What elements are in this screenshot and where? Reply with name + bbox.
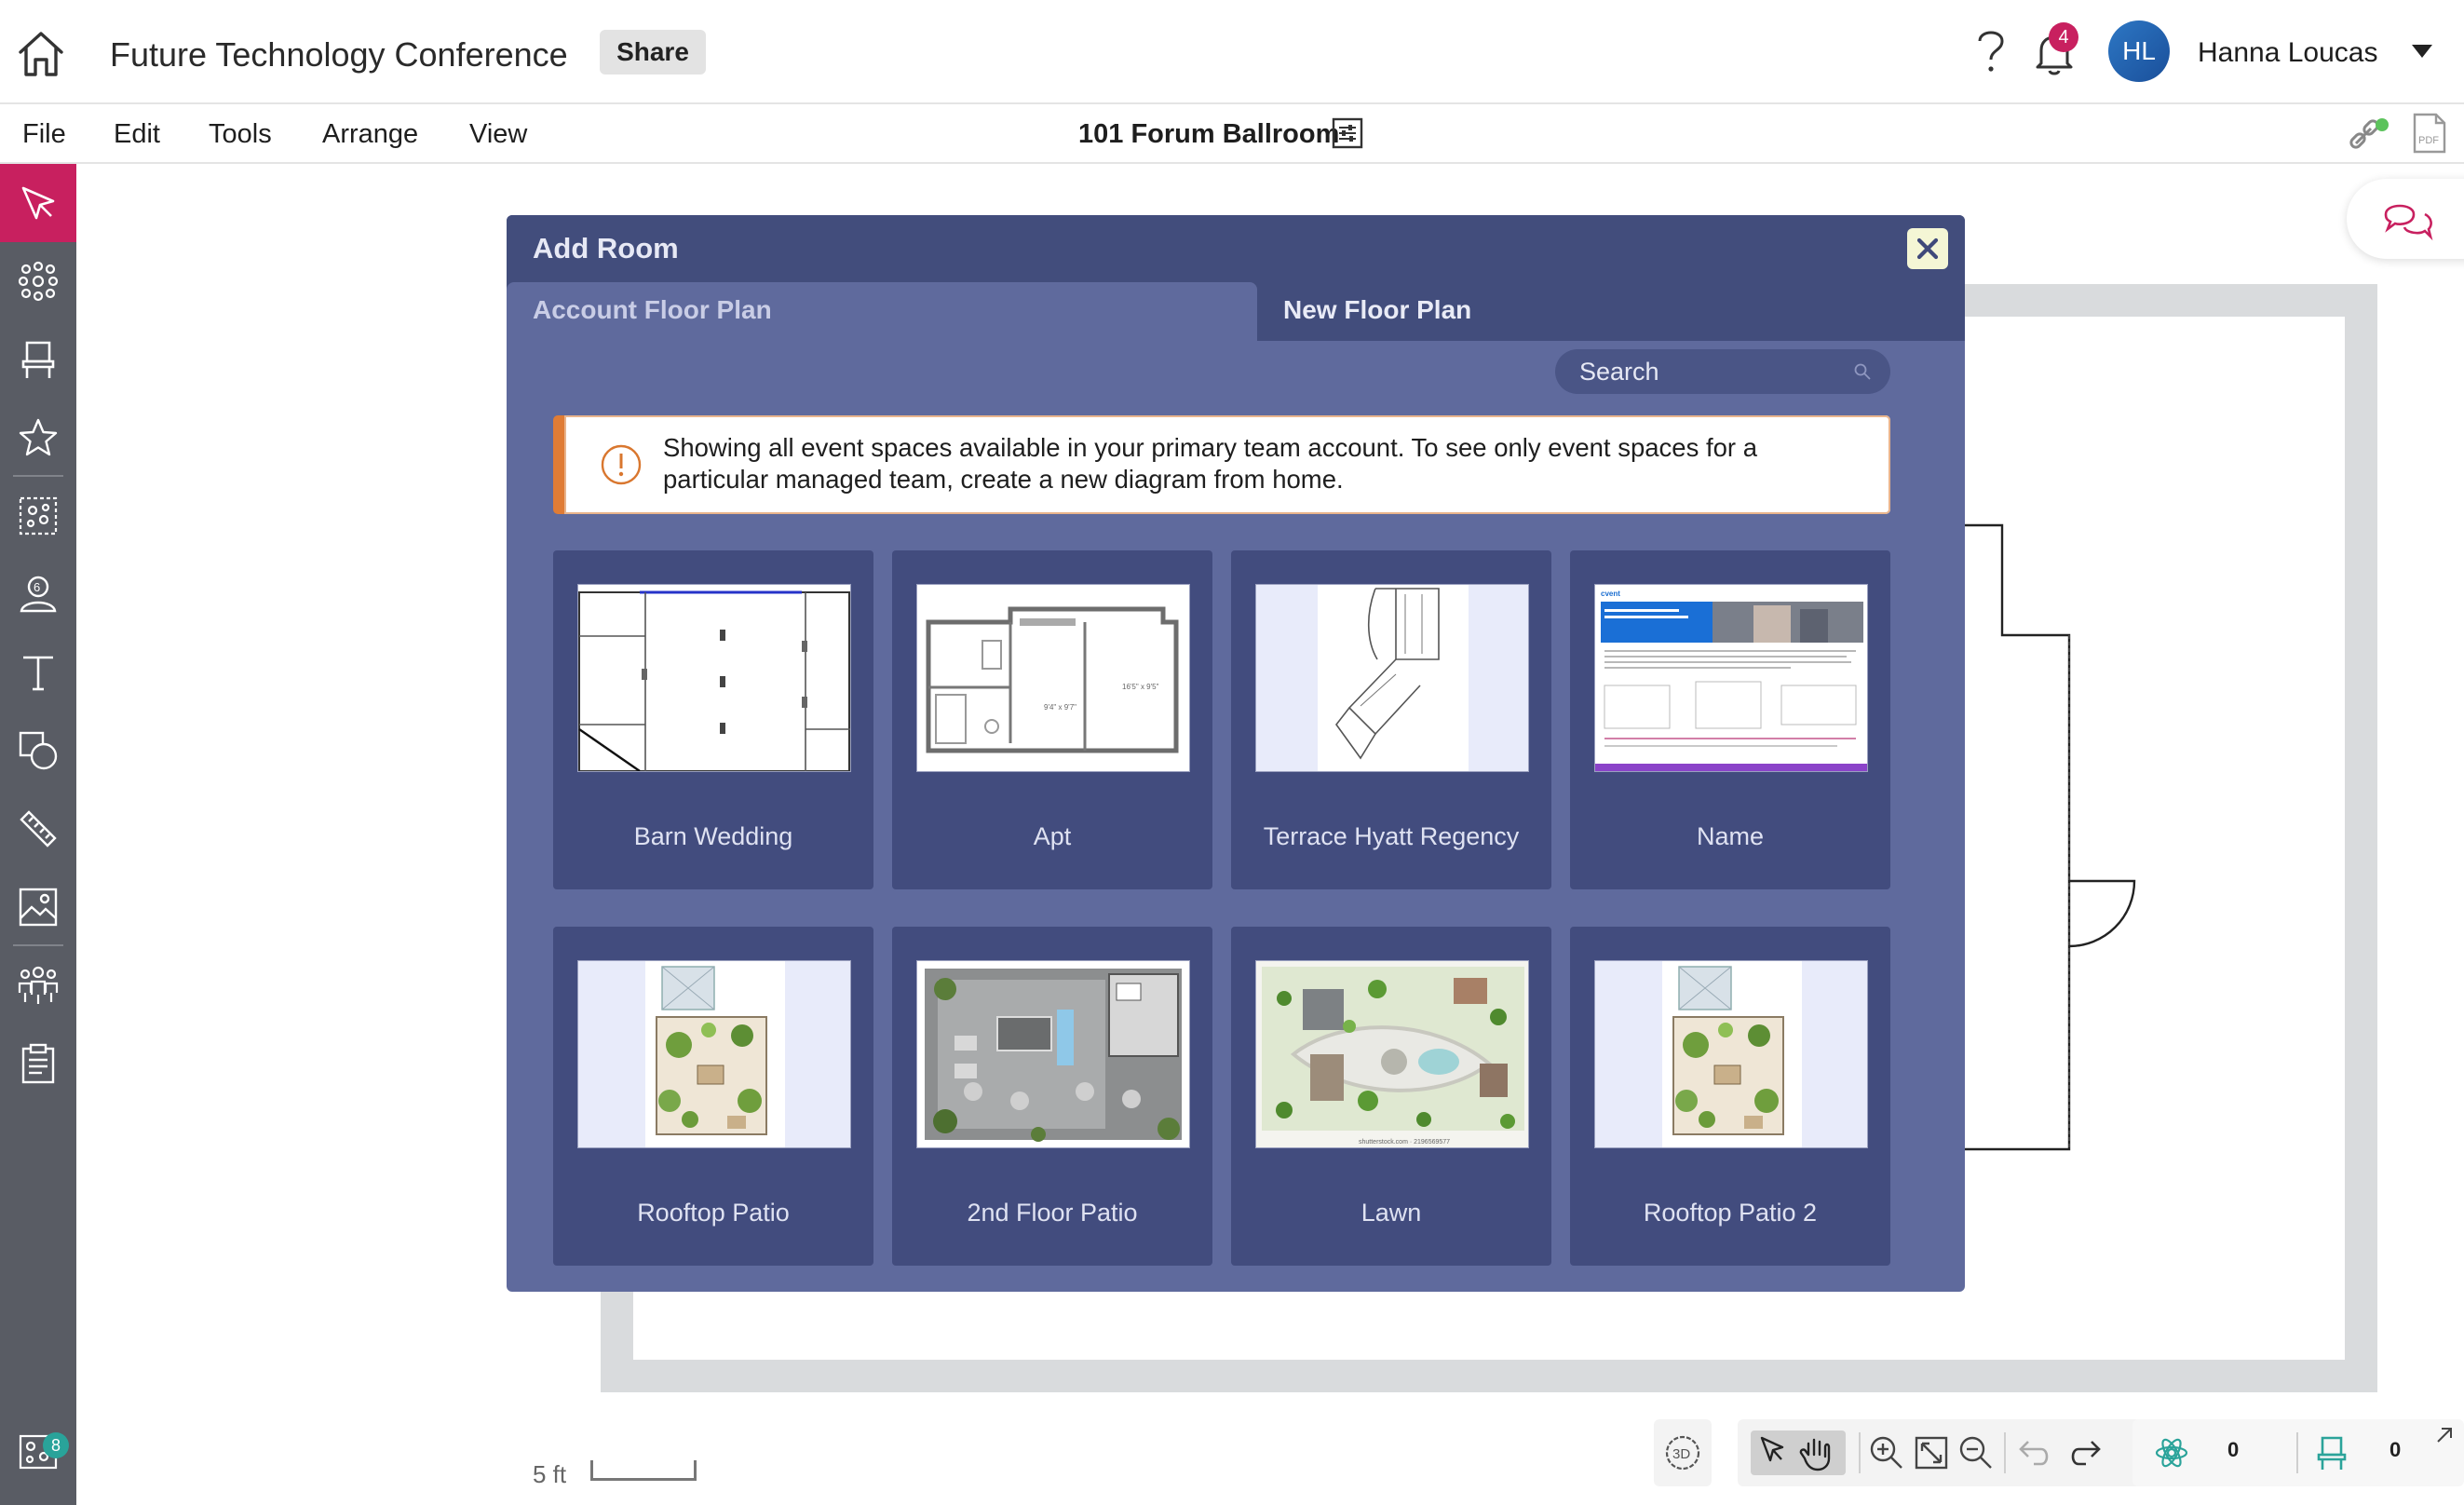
close-button[interactable] (1907, 228, 1948, 269)
add-room-dialog: Add Room Account Floor Plan New Floor Pl… (507, 215, 1965, 1292)
floorplan-thumbnail (577, 960, 851, 1148)
view-3d-group: 3D (1654, 1419, 1712, 1486)
tab-new-floor-plan[interactable]: New Floor Plan (1283, 282, 1842, 341)
room-settings-icon[interactable] (1332, 117, 1363, 149)
toolbar-separator (2004, 1432, 2006, 1473)
floorplan-thumbnail: 9'4" x 9'7" 16'5" x 9'5" (916, 584, 1190, 772)
document-title[interactable]: Future Technology Conference (110, 35, 568, 75)
svg-text:shutterstock.com · 2196569577: shutterstock.com · 2196569577 (1359, 1139, 1450, 1146)
search-box (1555, 349, 1890, 394)
room-name: 2nd Floor Patio (967, 1199, 1138, 1227)
toolbar-separator (2296, 1432, 2298, 1473)
zoom-in-icon[interactable] (1864, 1430, 1909, 1475)
fit-to-screen-icon[interactable] (1909, 1430, 1954, 1475)
room-card-terrace-hyatt-regency[interactable]: Terrace Hyatt Regency (1231, 550, 1551, 889)
search-icon[interactable] (1853, 362, 1872, 381)
scale-label: 5 ft (533, 1460, 567, 1488)
floorplan-thumbnail: shutterstock.com · 2196569577 (1255, 960, 1529, 1148)
menu-tools[interactable]: Tools (209, 119, 272, 150)
atom-objects-icon (2149, 1430, 2194, 1475)
chevron-down-icon[interactable] (2410, 43, 2434, 60)
zoom-out-icon[interactable] (1954, 1430, 1998, 1475)
notice-text: Showing all event spaces available in yo… (663, 433, 1757, 494)
chair-count: 0 (2390, 1438, 2402, 1461)
room-card-barn-wedding[interactable]: Barn Wedding (553, 550, 873, 889)
chair-count-icon (2309, 1430, 2354, 1475)
shapes-tool[interactable] (0, 712, 76, 790)
floorplan-thumbnail (1255, 584, 1529, 772)
menu-view[interactable]: View (469, 119, 527, 150)
items-tool[interactable] (0, 242, 76, 320)
menu-bar: File Edit Tools Arrange View 101 Forum B… (0, 104, 2464, 164)
room-card-2nd-floor-patio[interactable]: 2nd Floor Patio (892, 927, 1212, 1266)
link-status-icon[interactable] (2347, 115, 2391, 153)
menu-edit[interactable]: Edit (114, 119, 160, 150)
expand-icon[interactable] (2429, 1423, 2457, 1451)
menu-file[interactable]: File (22, 119, 66, 150)
search-input[interactable] (1579, 349, 1840, 394)
tab-account-floor-plan[interactable]: Account Floor Plan (507, 282, 1257, 341)
floorplan-thumbnail (577, 584, 851, 772)
help-icon[interactable] (1972, 26, 2010, 78)
svg-text:6: 6 (34, 580, 40, 594)
info-notice: Showing all event spaces available in yo… (553, 415, 1890, 514)
svg-text:16'5" x 9'5": 16'5" x 9'5" (1122, 683, 1159, 691)
pointer-pan-toggle[interactable] (1751, 1430, 1846, 1475)
image-tool[interactable] (0, 868, 76, 946)
user-avatar[interactable]: HL (2108, 20, 2170, 82)
room-name: Rooftop Patio 2 (1643, 1199, 1818, 1227)
room-card-name[interactable]: cvent Name (1570, 550, 1890, 889)
svg-text:9'4" x 9'7": 9'4" x 9'7" (1044, 703, 1076, 712)
object-count: 0 (2227, 1438, 2240, 1461)
svg-text:PDF: PDF (2418, 135, 2439, 146)
favorites-star-icon[interactable] (0, 399, 76, 477)
group-tool[interactable] (0, 477, 76, 555)
scale-bar (590, 1460, 697, 1481)
objects-count-badge: 8 (43, 1432, 69, 1458)
share-button[interactable]: Share (600, 30, 706, 75)
chat-icon[interactable] (2347, 179, 2464, 259)
undo-icon[interactable] (2011, 1430, 2056, 1475)
dialog-title: Add Room (533, 232, 679, 264)
room-name: Barn Wedding (633, 822, 793, 850)
room-card-apt[interactable]: 9'4" x 9'7" 16'5" x 9'5" Apt (892, 550, 1212, 889)
canvas-controls (1738, 1419, 2166, 1486)
menu-arrange[interactable]: Arrange (322, 119, 418, 150)
document-thumbnail: cvent (1594, 584, 1868, 772)
room-name: Name (1696, 822, 1765, 850)
redo-icon[interactable] (2064, 1430, 2108, 1475)
room-name[interactable]: 101 Forum Ballroom (1078, 119, 1339, 150)
floorplan-thumbnail (916, 960, 1190, 1148)
notification-badge: 4 (2049, 22, 2078, 52)
pdf-export-icon[interactable]: PDF (2412, 112, 2447, 155)
room-name: Apt (1033, 822, 1072, 850)
view-3d-icon[interactable]: 3D (1660, 1430, 1705, 1475)
left-toolbar: 6 (0, 164, 76, 1505)
text-tool[interactable] (0, 633, 76, 712)
people-group-icon[interactable] (0, 946, 76, 1024)
home-icon[interactable] (15, 28, 67, 80)
room-card-rooftop-patio-2[interactable]: Rooftop Patio 2 (1570, 927, 1890, 1266)
svg-text:3D: 3D (1672, 1446, 1690, 1462)
room-name: Lawn (1361, 1199, 1422, 1227)
measure-ruler-icon[interactable] (0, 790, 76, 868)
chairs-tool[interactable] (0, 320, 76, 399)
room-name: Rooftop Patio (637, 1199, 790, 1227)
select-tool[interactable] (0, 164, 76, 242)
room-name: Terrace Hyatt Regency (1263, 822, 1520, 850)
app-header: Future Technology Conference Share 4 HL … (0, 0, 2464, 104)
checklist-icon[interactable] (0, 1024, 76, 1103)
room-card-rooftop-patio[interactable]: Rooftop Patio (553, 927, 873, 1266)
room-card-lawn[interactable]: shutterstock.com · 2196569577 Lawn (1231, 927, 1551, 1266)
svg-text:cvent: cvent (1601, 590, 1620, 598)
toolbar-separator (1859, 1432, 1861, 1473)
warning-icon (600, 443, 643, 486)
attendees-tool[interactable]: 6 (0, 555, 76, 633)
counts-panel: 0 0 (2132, 1419, 2464, 1486)
user-name[interactable]: Hanna Loucas (2198, 37, 2377, 69)
floorplan-thumbnail (1594, 960, 1868, 1148)
